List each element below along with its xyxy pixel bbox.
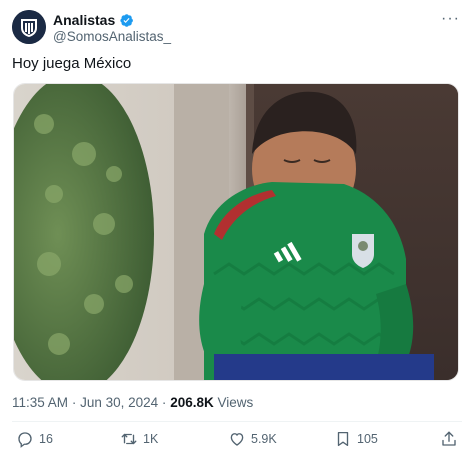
action-bar: 16 1K 5.9K 105 [16,430,460,454]
more-options-icon[interactable]: ··· [441,10,460,28]
tweet-header: Analistas @SomosAnalistas_ ··· [12,10,462,46]
meta-separator: · [71,395,77,410]
heart-icon [230,433,244,446]
tweet-time[interactable]: 11:35 AM [12,395,68,410]
views-count: 206.8K [170,395,214,410]
repost-icon [121,433,137,445]
divider [12,421,462,422]
reply-count: 16 [39,432,53,446]
photo-boy-in-mexico-jersey [14,84,458,380]
tweet-photo[interactable] [13,83,459,381]
like-button[interactable]: 5.9K [228,430,277,448]
bookmark-icon [337,431,349,447]
bookmark-button[interactable]: 105 [334,430,378,448]
bookmark-count: 105 [357,432,378,446]
avatar[interactable] [12,10,46,44]
display-name[interactable]: Analistas [53,12,115,28]
tweet-text: Hoy juega México [12,55,132,72]
verified-badge-icon [120,13,134,27]
meta-separator: · [161,395,167,410]
repost-button[interactable]: 1K [120,430,158,448]
share-button[interactable] [440,430,458,448]
like-count: 5.9K [251,432,277,446]
club-crest-icon [12,10,46,44]
share-icon [442,431,456,446]
repost-count: 1K [143,432,159,446]
reply-button[interactable]: 16 [16,430,53,448]
reply-icon [18,432,32,448]
tweet-meta: 11:35 AM · Jun 30, 2024 · 206.8K Views [12,395,253,410]
handle[interactable]: @SomosAnalistas_ [53,29,171,44]
tweet-date[interactable]: Jun 30, 2024 [80,395,158,410]
views-label: Views [217,395,254,410]
